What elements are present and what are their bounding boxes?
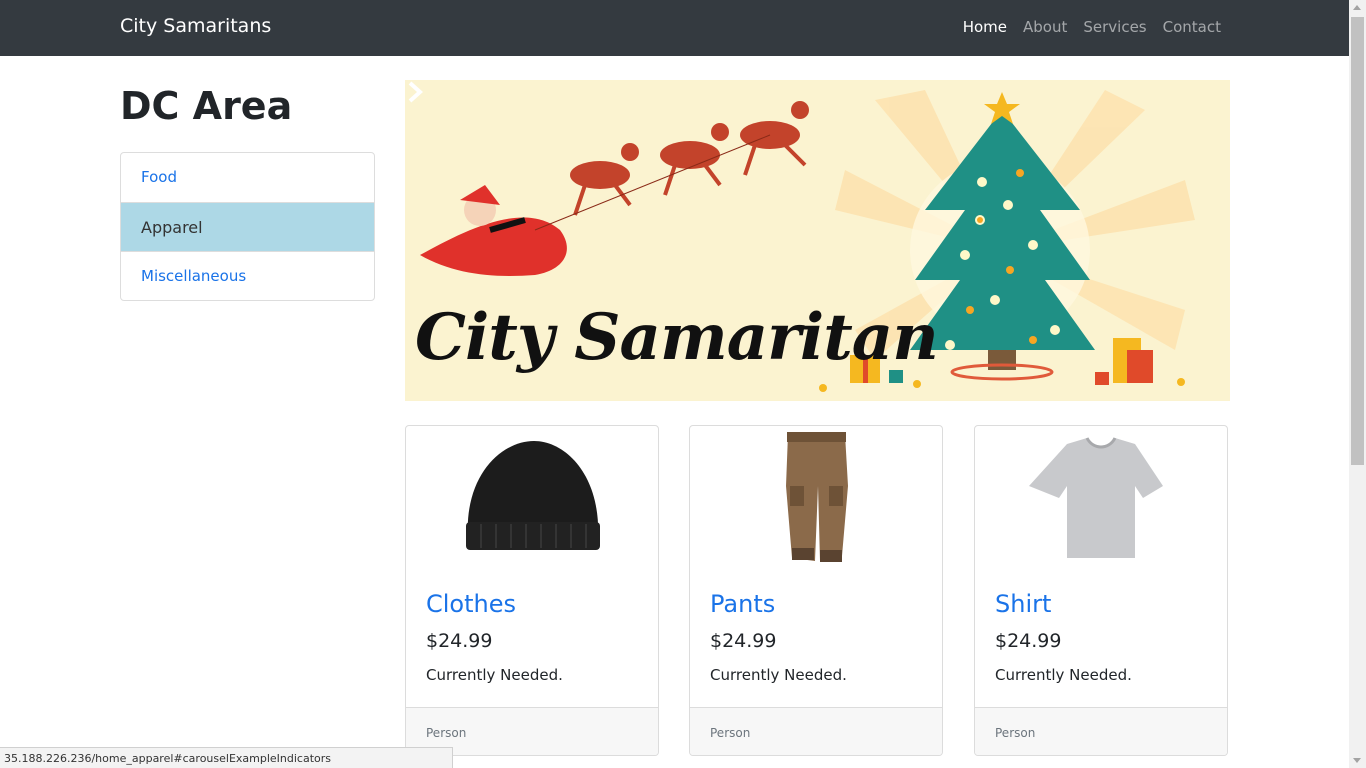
- navbar: City Samaritans Home About Services Cont…: [0, 0, 1349, 56]
- tshirt-icon: [1029, 437, 1163, 558]
- nav-link-contact[interactable]: Contact: [1163, 18, 1221, 36]
- product-card-clothes: Clothes $24.99 Currently Needed. Person: [405, 425, 659, 756]
- brand-link[interactable]: City Samaritans: [120, 15, 271, 37]
- banner-logo-text: City Samaritan: [415, 300, 939, 375]
- card-footer: Person: [975, 707, 1227, 755]
- product-price: $24.99: [710, 630, 777, 652]
- page-scrollbar[interactable]: [1349, 0, 1366, 768]
- nav-link-about[interactable]: About: [1023, 18, 1067, 36]
- category-list: Food Apparel Miscellaneous: [120, 152, 375, 301]
- product-price: $24.99: [995, 630, 1062, 652]
- cargo-pants-icon: [786, 432, 848, 562]
- product-title-clothes[interactable]: Clothes: [426, 590, 516, 618]
- product-price: $24.99: [426, 630, 493, 652]
- product-status: Currently Needed.: [426, 666, 563, 684]
- area-title: DC Area: [120, 84, 293, 128]
- nav-menu: Home About Services Contact: [963, 18, 1221, 36]
- product-title-shirt[interactable]: Shirt: [995, 590, 1051, 618]
- product-status: Currently Needed.: [995, 666, 1132, 684]
- nav-link-home[interactable]: Home: [963, 18, 1007, 36]
- product-card-pants: Pants $24.99 Currently Needed. Person: [689, 425, 943, 756]
- status-bar-url: 35.188.226.236/home_apparel#carouselExam…: [0, 747, 453, 768]
- beanie-hat-icon: [466, 441, 600, 550]
- carousel-next-icon[interactable]: [405, 80, 425, 104]
- card-footer: Person: [690, 707, 942, 755]
- carousel[interactable]: City Samaritan: [405, 80, 1230, 401]
- scroll-up-arrow-icon[interactable]: [1353, 5, 1361, 10]
- product-title-pants[interactable]: Pants: [710, 590, 775, 618]
- category-item-food[interactable]: Food: [121, 153, 374, 202]
- nav-link-services[interactable]: Services: [1083, 18, 1146, 36]
- product-card-shirt: Shirt $24.99 Currently Needed. Person: [974, 425, 1228, 756]
- scroll-down-arrow-icon[interactable]: [1353, 758, 1361, 763]
- product-status: Currently Needed.: [710, 666, 847, 684]
- category-item-apparel[interactable]: Apparel: [121, 202, 374, 251]
- scrollbar-thumb[interactable]: [1351, 17, 1364, 465]
- category-item-miscellaneous[interactable]: Miscellaneous: [121, 251, 374, 300]
